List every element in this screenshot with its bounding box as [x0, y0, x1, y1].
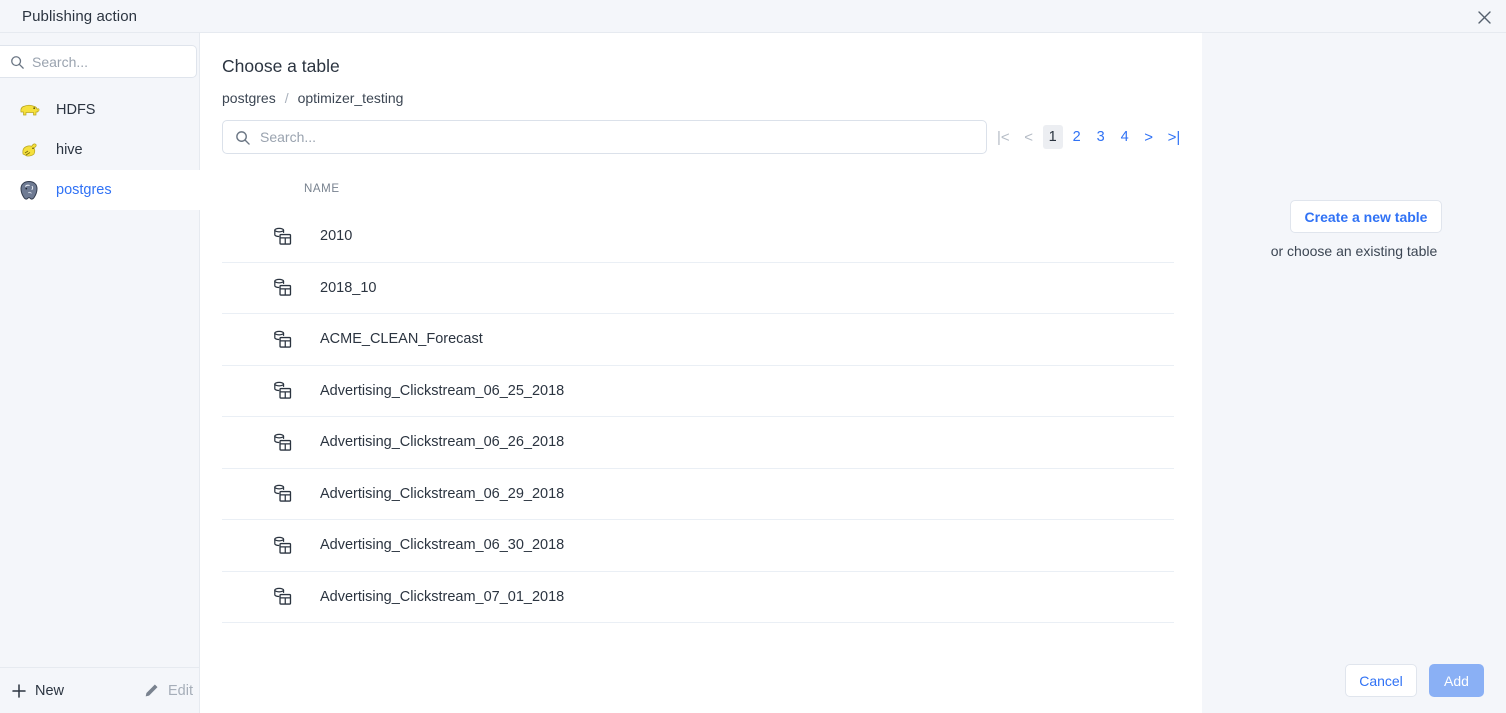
sidebar-item-hdfs[interactable]: HDFS	[0, 90, 200, 130]
table-row-name: Advertising_Clickstream_06_29_2018	[320, 486, 564, 502]
pencil-icon	[144, 683, 159, 698]
pagination: |< < 1 2 3 4 > >|	[990, 120, 1187, 154]
pagination-last[interactable]: >|	[1163, 125, 1186, 149]
breadcrumb-item-schema[interactable]: optimizer_testing	[298, 90, 404, 106]
add-button[interactable]: Add	[1429, 664, 1484, 697]
table-search-input[interactable]	[260, 129, 976, 145]
window-title: Publishing action	[22, 8, 137, 25]
pagination-page-4[interactable]: 4	[1115, 125, 1135, 149]
database-table-icon	[272, 484, 292, 504]
postgres-elephant-icon	[18, 179, 40, 201]
database-table-icon	[272, 226, 292, 246]
table-row[interactable]: 2010	[222, 211, 1174, 263]
table-row[interactable]: Advertising_Clickstream_06_30_2018	[222, 520, 1174, 572]
table-search[interactable]	[222, 120, 987, 154]
database-table-icon	[272, 278, 292, 298]
right-panel-helper-text: or choose an existing table	[1202, 243, 1506, 259]
table-row[interactable]: Advertising_Clickstream_06_26_2018	[222, 417, 1174, 469]
sidebar-footer: New Edit	[0, 667, 199, 713]
pagination-next[interactable]: >	[1139, 125, 1159, 149]
pagination-prev[interactable]: <	[1019, 125, 1039, 149]
database-table-icon	[272, 432, 292, 452]
search-icon	[235, 130, 250, 145]
hadoop-elephant-icon	[18, 99, 40, 121]
sidebar-item-label: hive	[56, 142, 83, 158]
sidebar-item-label: HDFS	[56, 102, 95, 118]
table-row-name: 2010	[320, 228, 352, 244]
search-icon	[10, 55, 24, 69]
pagination-page-2[interactable]: 2	[1067, 125, 1087, 149]
column-header-name: NAME	[304, 183, 340, 195]
database-table-icon	[272, 329, 292, 349]
breadcrumb-separator: /	[285, 90, 289, 106]
table-row-name: Advertising_Clickstream_06_25_2018	[320, 383, 564, 399]
pagination-page-1[interactable]: 1	[1043, 125, 1063, 149]
table-row-name: Advertising_Clickstream_06_30_2018	[320, 537, 564, 553]
main-panel: Choose a table postgres / optimizer_test…	[200, 33, 1202, 713]
close-icon[interactable]	[1470, 3, 1498, 31]
table-row[interactable]: ACME_CLEAN_Forecast	[222, 314, 1174, 366]
create-new-table-button[interactable]: Create a new table	[1290, 200, 1442, 233]
window-titlebar: Publishing action	[0, 0, 1506, 33]
table-row[interactable]: 2018_10	[222, 263, 1174, 315]
table-list: 2010 2018_10	[222, 211, 1174, 666]
sidebar-item-hive[interactable]: hive	[0, 130, 200, 170]
sidebar-item-label: postgres	[56, 182, 112, 198]
breadcrumb-item-database[interactable]: postgres	[222, 90, 276, 106]
table-row-name: ACME_CLEAN_Forecast	[320, 331, 483, 347]
page-title: Choose a table	[222, 56, 340, 77]
sidebar: / HDFS hive	[0, 33, 200, 713]
table-row[interactable]: Advertising_Clickstream_07_01_2018	[222, 572, 1174, 624]
table-row-name: Advertising_Clickstream_06_26_2018	[320, 434, 564, 450]
pagination-page-3[interactable]: 3	[1091, 125, 1111, 149]
table-row[interactable]: Advertising_Clickstream_06_29_2018	[222, 469, 1174, 521]
hive-bee-icon	[18, 139, 40, 161]
database-table-icon	[272, 587, 292, 607]
table-row-name: Advertising_Clickstream_07_01_2018	[320, 589, 564, 605]
edit-button-label: Edit	[168, 683, 193, 699]
table-column-header: NAME	[222, 173, 1174, 205]
data-source-list: HDFS hive	[0, 90, 200, 210]
plus-icon	[12, 684, 26, 698]
right-panel: Create a new table or choose an existing…	[1202, 33, 1506, 713]
dialog-footer-actions: Cancel Add	[1345, 664, 1484, 697]
breadcrumb: postgres / optimizer_testing	[222, 90, 403, 106]
sidebar-search[interactable]: /	[0, 45, 197, 78]
database-table-icon	[272, 381, 292, 401]
new-button-label: New	[35, 683, 64, 699]
sidebar-search-input[interactable]	[32, 54, 213, 70]
pagination-first[interactable]: |<	[992, 125, 1015, 149]
table-row-name: 2018_10	[320, 280, 376, 296]
database-table-icon	[272, 535, 292, 555]
new-button[interactable]: New	[12, 683, 64, 699]
table-row[interactable]: Advertising_Clickstream_06_25_2018	[222, 366, 1174, 418]
sidebar-item-postgres[interactable]: postgres	[0, 170, 200, 210]
cancel-button[interactable]: Cancel	[1345, 664, 1417, 697]
edit-button[interactable]: Edit	[144, 683, 193, 699]
